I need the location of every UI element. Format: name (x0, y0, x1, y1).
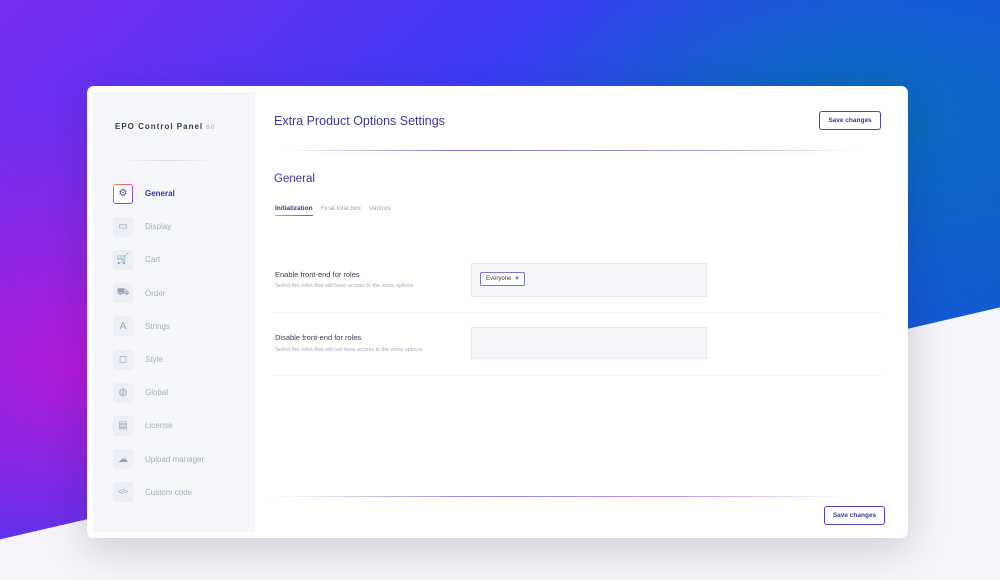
sidebar-item-label: Strings (145, 321, 170, 331)
section-tabs: Initialization Final total box Various (275, 205, 399, 216)
sidebar-item-upload-manager[interactable]: ☁ Upload manager (113, 443, 204, 476)
setting-row-enable-roles: Enable front-end for roles Select the ro… (273, 262, 881, 313)
sidebar-item-label: License (145, 421, 173, 431)
square-icon: ◻ (113, 349, 133, 370)
disable-roles-select[interactable] (471, 327, 707, 359)
save-button-top[interactable]: Save changes (819, 111, 881, 130)
sidebar-item-cart[interactable]: 🛒 Cart (113, 243, 204, 276)
sidebar-item-custom-code[interactable]: </> Custom code (113, 476, 204, 509)
truck-icon: ⛟ (113, 283, 133, 304)
gear-icon: ⚙ (113, 184, 133, 204)
sidebar-nav: ⚙ General ▭ Display 🛒 Cart ⛟ Order A Str… (113, 177, 204, 509)
monitor-icon: ▭ (113, 216, 133, 237)
setting-row-disable-roles: Disable front-end for roles Select the r… (273, 327, 881, 376)
sidebar-item-display[interactable]: ▭ Display (113, 210, 204, 243)
sidebar-divider (118, 160, 218, 161)
section-title: General (274, 173, 315, 185)
setting-label: Enable front-end for roles (275, 270, 360, 279)
settings-panel: EPO Control Panel 6.0 ⚙ General ▭ Display… (87, 86, 908, 538)
setting-label: Disable front-end for roles (275, 333, 362, 342)
sidebar-item-label: Global (145, 388, 169, 398)
sidebar-item-label: Order (145, 288, 166, 298)
brand-version: 6.0 (206, 125, 215, 131)
globe-icon: ◍ (113, 382, 133, 403)
tab-final-total-box[interactable]: Final total box (321, 205, 361, 215)
brand-name: EPO Control Panel (115, 122, 204, 131)
page-title: Extra Product Options Settings (274, 114, 445, 128)
chip-label: Everyone (486, 276, 512, 282)
tab-initialization[interactable]: Initialization (275, 205, 313, 216)
sidebar-item-label: Style (145, 355, 163, 365)
sidebar-item-license[interactable]: ▤ License (113, 409, 204, 442)
sidebar-item-global[interactable]: ◍ Global (113, 376, 204, 409)
enable-roles-select[interactable]: Everyone × (471, 263, 707, 297)
sidebar-item-order[interactable]: ⛟ Order (113, 277, 204, 310)
setting-description: Select the roles that will not have acce… (275, 347, 424, 353)
text-icon: A (113, 316, 133, 337)
sidebar-item-style[interactable]: ◻ Style (113, 343, 204, 376)
remove-icon[interactable]: × (515, 276, 519, 282)
sidebar-item-label: Display (145, 222, 172, 232)
setting-description: Select the roles that will have access t… (275, 283, 415, 289)
sidebar-item-label: Upload manager (145, 454, 205, 464)
save-button-bottom[interactable]: Save changes (824, 506, 885, 525)
role-chip-everyone: Everyone × (480, 272, 525, 286)
code-icon: </> (113, 482, 133, 503)
sidebar-item-strings[interactable]: A Strings (113, 310, 204, 343)
brand: EPO Control Panel 6.0 (115, 122, 214, 131)
sidebar-item-label: General (145, 189, 175, 199)
sidebar-item-general[interactable]: ⚙ General (113, 177, 204, 210)
cart-icon: 🛒 (113, 249, 133, 270)
document-icon: ▤ (113, 415, 133, 436)
main-content: Extra Product Options Settings Save chan… (255, 86, 908, 538)
header-divider (280, 150, 860, 151)
sidebar-item-label: Custom code (145, 487, 193, 497)
sidebar: EPO Control Panel 6.0 ⚙ General ▭ Display… (93, 92, 255, 532)
footer-divider (270, 496, 850, 497)
sidebar-item-label: Cart (145, 255, 161, 265)
tab-various[interactable]: Various (369, 205, 391, 215)
cloud-upload-icon: ☁ (113, 449, 133, 470)
